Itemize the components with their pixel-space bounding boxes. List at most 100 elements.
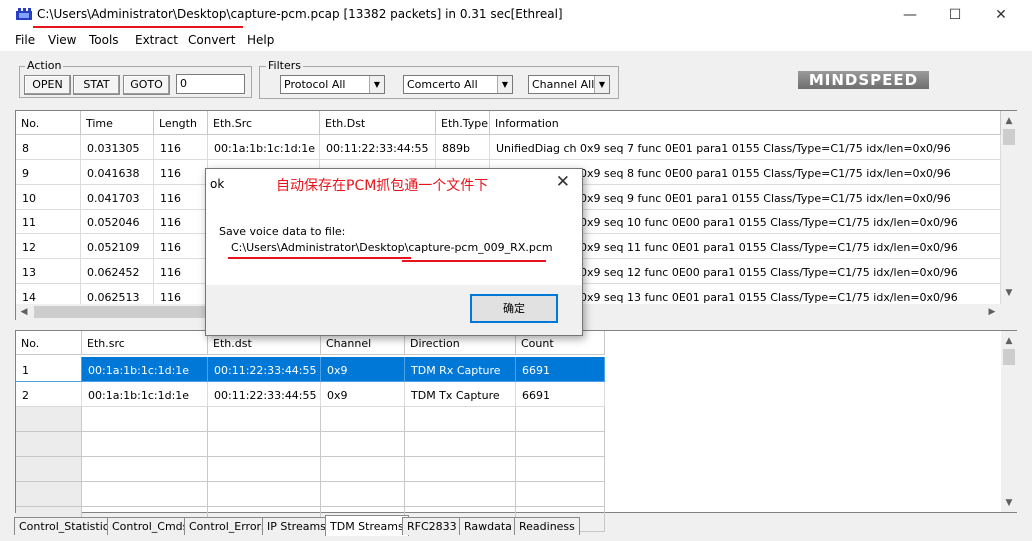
col-eth-src[interactable]: Eth.src: [82, 331, 208, 355]
menu-view[interactable]: View: [48, 33, 76, 47]
table-row[interactable]: 2 00:1a:1b:1c:1d:1e 00:11:22:33:44:55 0x9 TD…: [16, 382, 605, 407]
cell-count: [516, 407, 605, 432]
dialog-message: Save voice data to file:: [219, 225, 346, 238]
scroll-left-icon[interactable]: ◀: [16, 304, 32, 320]
tab-ip-streams[interactable]: IP Streams: [262, 517, 331, 535]
dialog-title-bar: ok 自动保存在PCM抓包通一个文件下 ✕: [206, 169, 582, 199]
tab-rfc2833[interactable]: RFC2833: [402, 517, 462, 535]
col-length[interactable]: Length: [154, 111, 208, 135]
maximize-button[interactable]: ☐: [940, 4, 970, 26]
table-row[interactable]: 1 00:1a:1b:1c:1d:1e 00:11:22:33:44:55 0x9 TD…: [16, 357, 605, 382]
filename-underline-annotation: [402, 260, 546, 262]
scroll-up-icon[interactable]: ▲: [1001, 113, 1017, 129]
stat-button[interactable]: STAT: [73, 75, 120, 95]
dialog-close-icon[interactable]: ✕: [556, 172, 570, 192]
menu-convert[interactable]: Convert: [188, 33, 235, 47]
concerto-select[interactable]: Comcerto All ▼: [403, 75, 513, 94]
cell-count: [516, 482, 605, 507]
cell-no: 9: [16, 159, 81, 185]
cell-time: 0.041703: [81, 184, 154, 210]
tab-control-statistics[interactable]: Control_Statistics: [14, 517, 120, 535]
cell-channel: [321, 482, 405, 507]
cell-no: 10: [16, 184, 81, 210]
cell-information: UnifiedDiag ch 0x9 seq 7 func 0E01 para1…: [490, 135, 1001, 160]
cell-no: 13: [16, 259, 81, 284]
stream-vscroll[interactable]: ▲ ▼: [1001, 331, 1017, 512]
close-button[interactable]: ✕: [986, 4, 1016, 26]
scroll-down-icon[interactable]: ▼: [1001, 495, 1017, 511]
tab-tdm-streams[interactable]: TDM Streams: [325, 515, 409, 536]
scroll-right-icon[interactable]: ▶: [984, 304, 1000, 320]
dialog-body: Save voice data to file: C:\Users\Admini…: [206, 199, 582, 285]
app-icon: [16, 8, 32, 20]
menu-bar: File View Tools Extract Convert Help: [0, 31, 1032, 51]
scroll-thumb[interactable]: [1003, 129, 1015, 145]
cell-length: 116: [154, 184, 208, 210]
cell-eth-src: 00:1a:1b:1c:1d:1e: [82, 357, 208, 382]
tab-control-cmds[interactable]: Control_Cmds: [107, 517, 194, 535]
table-row[interactable]: 8 0.031305 116 00:1a:1b:1c:1d:1e 00:11:22:33…: [16, 135, 1001, 160]
cell-eth-dst: [208, 482, 321, 507]
scroll-thumb[interactable]: [1003, 349, 1015, 365]
menu-help[interactable]: Help: [247, 33, 274, 47]
concerto-select-value: Comcerto All: [407, 78, 478, 91]
cell-no: 12: [16, 234, 81, 260]
chevron-down-icon: ▼: [497, 76, 512, 93]
save-dialog: ok 自动保存在PCM抓包通一个文件下 ✕ Save voice data to…: [205, 168, 583, 336]
cell-channel: 0x9: [321, 357, 405, 382]
cell-no: 8: [16, 135, 81, 160]
goto-button[interactable]: GOTO: [123, 75, 170, 95]
cell-eth-src: [82, 482, 208, 507]
cell-count: 6691: [516, 357, 605, 382]
col-eth-type[interactable]: Eth.Type: [436, 111, 490, 135]
col-time[interactable]: Time: [81, 111, 154, 135]
menu-file[interactable]: File: [15, 33, 35, 47]
title-underline-annotation: [33, 26, 243, 28]
cell-no: [16, 432, 82, 457]
cell-eth-src: 00:1a:1b:1c:1d:1e: [208, 135, 320, 160]
cell-no: 11: [16, 209, 81, 235]
col-no[interactable]: No.: [16, 331, 82, 355]
tab-readiness[interactable]: Readiness: [514, 517, 580, 535]
protocol-select[interactable]: Protocol All ▼: [280, 75, 385, 94]
chevron-down-icon: ▼: [594, 76, 609, 93]
cell-eth-dst: [208, 432, 321, 457]
scroll-down-icon[interactable]: ▼: [1001, 285, 1017, 301]
channel-select-value: Channel All: [532, 78, 595, 91]
cell-eth-src: [82, 457, 208, 482]
ok-button[interactable]: 确定: [470, 294, 558, 323]
dialog-path: C:\Users\Administrator\Desktop\capture-p…: [231, 241, 553, 254]
cell-no: [16, 457, 82, 482]
col-eth-src[interactable]: Eth.Src: [208, 111, 320, 135]
cell-no: [16, 407, 82, 432]
menu-extract[interactable]: Extract: [135, 33, 178, 47]
protocol-select-value: Protocol All: [284, 78, 346, 91]
scroll-up-icon[interactable]: ▲: [1001, 333, 1017, 349]
cell-length: 116: [154, 159, 208, 185]
col-information[interactable]: Information: [490, 111, 1001, 135]
cell-channel: [321, 457, 405, 482]
cell-channel: [321, 432, 405, 457]
col-eth-dst[interactable]: Eth.Dst: [320, 111, 436, 135]
empty-row: [16, 457, 605, 482]
cell-no: 2: [16, 382, 82, 407]
menu-tools[interactable]: Tools: [89, 33, 119, 47]
cell-eth-dst: 00:11:22:33:44:55: [208, 357, 321, 382]
cell-no: 1: [16, 357, 82, 382]
minimize-button[interactable]: —: [895, 4, 925, 26]
cell-no: [16, 482, 82, 507]
packet-vscroll[interactable]: ▲ ▼: [1001, 111, 1017, 304]
tab-control-errors[interactable]: Control_Errors: [184, 517, 272, 535]
tab-rawdata[interactable]: Rawdata: [459, 517, 517, 535]
cell-eth-dst: [208, 457, 321, 482]
col-no[interactable]: No.: [16, 111, 81, 135]
stream-table: No. Eth.src Eth.dst Channel Direction Co…: [15, 330, 1017, 532]
open-button[interactable]: OPEN: [24, 75, 71, 95]
packet-table-header: No. Time Length Eth.Src Eth.Dst Eth.Type…: [16, 111, 1001, 135]
cell-direction: [405, 432, 516, 457]
cell-channel: [321, 407, 405, 432]
cell-direction: TDM Tx Capture: [405, 382, 516, 407]
cell-eth-dst: 00:11:22:33:44:55: [320, 135, 436, 160]
channel-select[interactable]: Channel All ▼: [528, 75, 610, 94]
goto-input[interactable]: 0: [176, 74, 245, 94]
